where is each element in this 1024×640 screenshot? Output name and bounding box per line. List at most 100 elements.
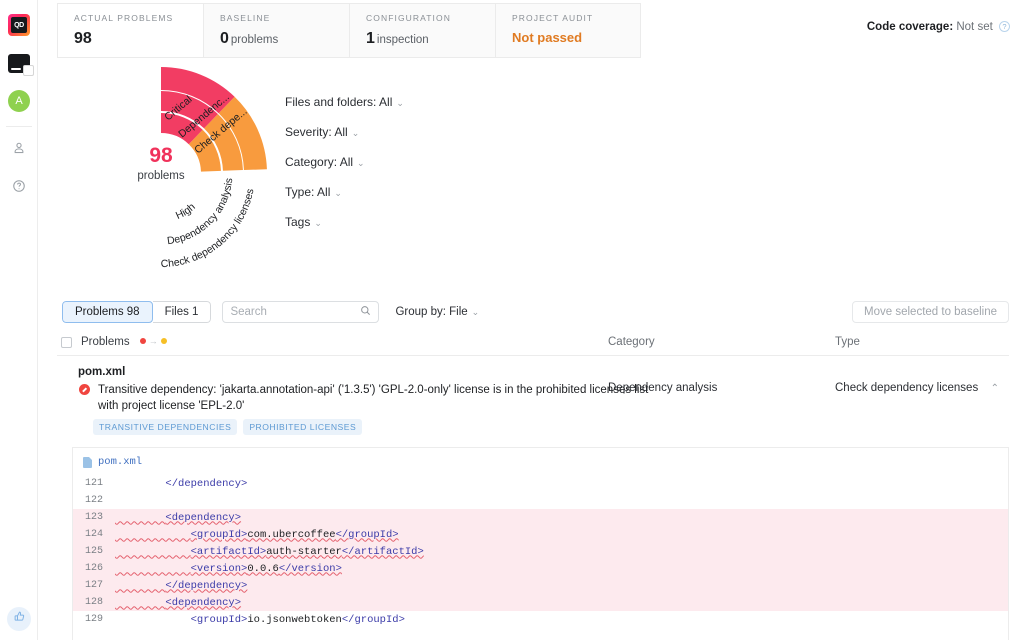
search-box[interactable] [222, 301, 380, 323]
code-line: 121 </dependency> [73, 475, 1008, 492]
code-coverage-label: Code coverage: [866, 21, 954, 33]
issue-tag[interactable]: TRANSITIVE DEPENDENCIES [93, 419, 238, 435]
code-coverage-value: Not set [956, 21, 993, 33]
results-toolbar: Problems 98 Files 1 Group by: File⌄ [62, 301, 479, 323]
code-line-number: 125 [84, 546, 103, 557]
help-circle-icon[interactable]: ? [999, 21, 1010, 32]
card-label: BASELINE [220, 13, 271, 23]
code-line-number: 124 [84, 529, 103, 540]
project-switcher-button[interactable] [0, 44, 38, 82]
move-to-baseline-button[interactable]: Move selected to baseline [852, 301, 1009, 323]
code-line: 129 <groupId>io.jsonwebtoken</groupId> [73, 611, 1008, 628]
code-line-number: 127 [84, 580, 103, 591]
help-icon [12, 179, 26, 193]
chevron-down-icon: ⌄ [357, 158, 365, 168]
code-line: 128 <dependency> [73, 594, 1008, 611]
xml-tag: </dependency> [165, 477, 248, 490]
code-line-text: <groupId>io.jsonwebtoken</groupId> [115, 614, 405, 626]
card-label: PROJECT AUDIT [512, 13, 594, 23]
tab-problems[interactable]: Problems 98 [62, 301, 153, 323]
help-button[interactable] [0, 167, 38, 205]
summary-cards: ACTUAL PROBLEMS 98 BASELINE 0 problems CO… [57, 3, 641, 58]
card-label: ACTUAL PROBLEMS [74, 13, 174, 23]
code-line-text: <version>0.0.6</version> [115, 563, 342, 575]
card-value: 1 inspection [366, 30, 429, 47]
filters-panel: Files and folders: All ⌄ Severity: All ⌄ C… [285, 95, 404, 245]
card-unit: inspection [376, 34, 429, 46]
view-switcher: Problems 98 Files 1 [62, 301, 212, 323]
qodana-logo-text: QD [14, 21, 24, 29]
team-avatar-button[interactable]: A [0, 82, 38, 120]
filter-label: Category: All [285, 155, 354, 169]
project-icon [8, 53, 34, 76]
summary-card-actual-problems[interactable]: ACTUAL PROBLEMS 98 [57, 3, 203, 58]
code-line-text: </dependency> [115, 478, 247, 490]
code-coverage-info: Code coverage: Not set ? [867, 21, 1010, 33]
tab-files[interactable]: Files 1 [152, 301, 212, 323]
person-icon [12, 141, 26, 155]
summary-card-configuration[interactable]: CONFIGURATION 1 inspection [349, 3, 495, 58]
code-line-number: 122 [84, 495, 103, 506]
card-value: 98 [74, 30, 92, 47]
code-line-text: <dependency> [115, 597, 241, 609]
issue-type: Check dependency licenses [835, 382, 979, 394]
summary-card-project-audit[interactable]: PROJECT AUDIT Not passed [495, 3, 641, 58]
code-line-number: 129 [84, 614, 103, 625]
severity-sort-indicator[interactable]: → [139, 336, 167, 346]
filter-category[interactable]: Category: All ⌄ [285, 155, 404, 169]
code-line-text: </dependency> [115, 580, 247, 592]
search-icon [360, 303, 371, 321]
issue-tag[interactable]: PROHIBITED LICENSES [243, 419, 363, 435]
person-button[interactable] [0, 129, 38, 167]
filter-type[interactable]: Type: All ⌄ [285, 185, 404, 199]
xml-file-icon [83, 456, 92, 468]
chevron-up-icon[interactable]: ⌃ [991, 383, 999, 394]
code-line: 124 <groupId>com.ubercoffee</groupId> [73, 526, 1008, 543]
filter-files-and-folders[interactable]: Files and folders: All ⌄ [285, 95, 404, 109]
card-label: CONFIGURATION [366, 13, 451, 23]
left-rail: QD A [0, 0, 38, 640]
card-unit: problems [230, 34, 279, 46]
xml-value: auth-starter [266, 545, 342, 558]
code-line-text: <dependency> [115, 512, 241, 524]
arrow-right-icon: → [148, 336, 158, 346]
xml-tag: </version> [278, 562, 342, 575]
xml-value: com.ubercoffee [247, 528, 336, 541]
sunburst-center-value: 98 [149, 144, 173, 167]
group-by-selector[interactable]: Group by: File ⌄ [395, 306, 479, 318]
xml-tag: </artifactId> [341, 545, 424, 558]
code-line-number: 128 [84, 597, 103, 608]
column-label: Problems [81, 336, 130, 348]
filter-label: Type: All [285, 185, 331, 199]
filter-severity[interactable]: Severity: All ⌄ [285, 125, 404, 139]
code-line-number: 123 [84, 512, 103, 523]
summary-card-baseline[interactable]: BASELINE 0 problems [203, 3, 349, 58]
qodana-logo-button[interactable]: QD [0, 6, 38, 44]
xml-tag: <groupId> [190, 528, 248, 541]
column-header-type[interactable]: Type [835, 336, 860, 348]
chevron-down-icon: ⌄ [314, 218, 322, 228]
select-all-checkbox[interactable] [61, 337, 72, 348]
group-by-label: Group by: File [395, 306, 468, 318]
error-icon [79, 384, 90, 395]
feedback-button[interactable] [7, 607, 31, 631]
problems-sunburst-chart[interactable]: Check depe... Dependenc... Critical High… [50, 62, 272, 284]
code-line: 127 </dependency> [73, 577, 1008, 594]
xml-tag: <dependency> [165, 511, 242, 524]
card-value: 0 problems [220, 30, 279, 47]
xml-tag: <artifactId> [190, 545, 267, 558]
filter-tags[interactable]: Tags ⌄ [285, 215, 404, 229]
column-label: Category [608, 336, 655, 348]
xml-tag: <groupId> [190, 613, 248, 626]
file-group-header[interactable]: pom.xml [78, 366, 125, 378]
code-line-text: <groupId>com.ubercoffee</groupId> [115, 529, 399, 541]
code-file-header[interactable]: pom.xml [73, 448, 1008, 475]
table-header: Problems → Category Type [57, 336, 1009, 356]
search-input[interactable] [230, 306, 361, 318]
column-header-category[interactable]: Category [608, 336, 655, 348]
sunburst-label-severity: High [174, 201, 198, 222]
column-header-problems[interactable]: Problems → [81, 336, 167, 348]
card-value-status: Not passed [512, 30, 583, 45]
severity-dot-critical [139, 338, 146, 344]
avatar-letter: A [15, 95, 23, 107]
